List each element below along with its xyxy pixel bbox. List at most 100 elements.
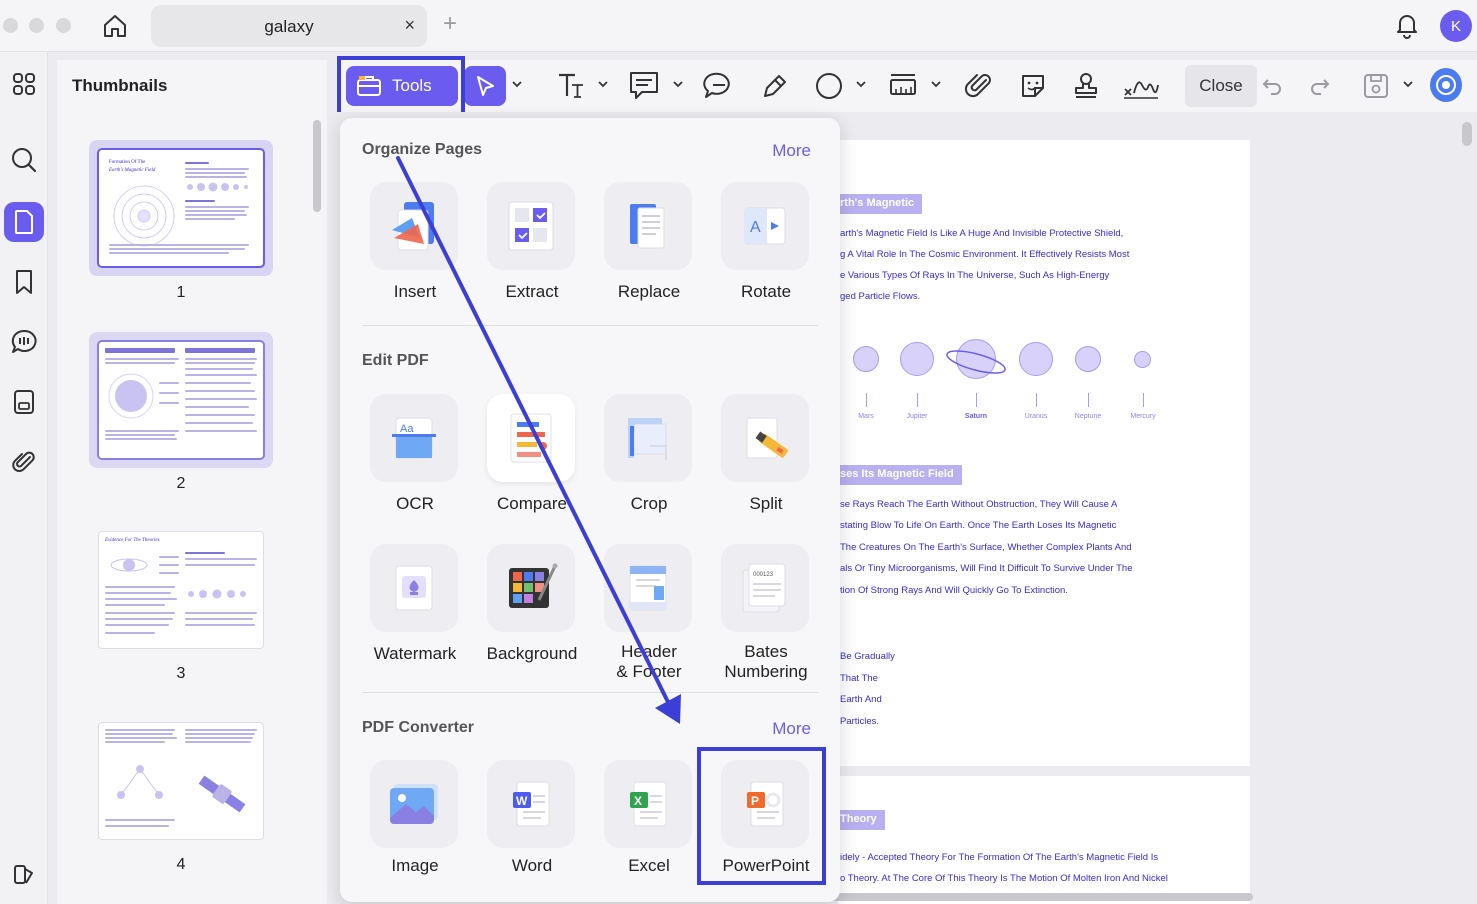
chevron-down-icon[interactable]	[597, 78, 609, 90]
rail-comments-button[interactable]	[4, 322, 44, 362]
window-zoom-control[interactable]	[56, 18, 71, 33]
thumbnail-page-1[interactable]: Formation Of The Earth's Magnetic Field	[89, 140, 273, 276]
rail-layers-button[interactable]	[4, 854, 44, 894]
bates-numbering-icon: 000123	[721, 544, 809, 632]
signature-tool-button[interactable]	[1122, 70, 1160, 102]
planet-label: Uranus	[1024, 413, 1048, 420]
crop-icon	[604, 394, 692, 482]
rail-bookmarks-button[interactable]	[4, 262, 44, 302]
powerpoint-highlight-box	[697, 747, 826, 885]
shape-tool-button[interactable]	[814, 70, 844, 102]
bates-numbering-label-line1: Bates	[744, 642, 788, 661]
document-icon	[14, 390, 34, 414]
tab-close-button[interactable]: ×	[404, 15, 415, 36]
planet-marker	[976, 393, 977, 407]
attach-tool-button[interactable]	[964, 70, 994, 102]
watermark-label: Watermark	[373, 644, 457, 663]
thumbnail-atom-illustration	[110, 558, 148, 572]
document-tab[interactable]: galaxy ×	[151, 5, 427, 47]
comment-tool-button[interactable]	[703, 70, 735, 102]
compare-label: Compare	[497, 494, 567, 513]
pdf-converter-more-link[interactable]: More	[772, 719, 811, 739]
close-editing-button[interactable]: Close	[1185, 65, 1257, 107]
stamp-icon	[1075, 73, 1097, 98]
section-heading: Theory	[838, 810, 885, 830]
layers-icon	[14, 865, 33, 884]
pencil-icon	[764, 75, 786, 97]
note-tool-button[interactable]	[628, 70, 660, 102]
header-footer-label-line2: & Footer	[616, 662, 682, 681]
new-tab-button[interactable]: +	[443, 10, 457, 38]
measure-tool-button[interactable]	[888, 70, 918, 102]
bates-numbering-label-line2: Numbering	[724, 662, 808, 681]
thumbnail-page-2-preview	[99, 342, 263, 458]
redo-button[interactable]	[1308, 70, 1332, 102]
ruler-icon	[890, 74, 916, 95]
paragraph-line: That The	[840, 673, 878, 684]
image-icon	[370, 760, 458, 848]
grid-icon	[13, 73, 35, 95]
left-rail	[0, 52, 48, 904]
thumbnail-planets	[187, 182, 248, 192]
replace-icon	[604, 182, 692, 270]
compare-icon	[487, 394, 575, 482]
paragraph-line: als Or Tiny Microorganisms, Will Find It…	[840, 563, 1133, 574]
thumbnail-page-4[interactable]	[89, 715, 273, 851]
text-tool-button[interactable]	[556, 70, 586, 102]
paragraph-line: idely - Accepted Theory For The Formatio…	[840, 852, 1159, 863]
planet-label: Neptune	[1074, 413, 1102, 420]
ai-assistant-button[interactable]	[1430, 68, 1462, 102]
circle-shape-icon	[816, 73, 842, 99]
excel-label: Excel	[628, 856, 670, 875]
rail-attachments-button[interactable]	[4, 442, 44, 482]
document-horizontal-scrollbar[interactable]	[830, 893, 1253, 901]
window-close-control[interactable]	[3, 18, 18, 33]
chevron-down-icon[interactable]	[930, 78, 942, 90]
undo-icon	[1262, 79, 1281, 95]
organize-pages-more-link[interactable]: More	[772, 141, 811, 161]
section-divider	[362, 692, 818, 693]
undo-button[interactable]	[1260, 70, 1284, 102]
thumbnail-page-2[interactable]	[89, 332, 273, 468]
rail-attachments-page-button[interactable]	[4, 382, 44, 422]
thumbnail-page-3-preview: Evidence For The Theories	[99, 532, 263, 648]
rail-thumbnails-button[interactable]	[4, 202, 44, 242]
planet-label: Saturn	[964, 413, 988, 420]
rail-apps-button[interactable]	[4, 64, 44, 104]
bookmark-icon	[16, 270, 32, 294]
user-avatar[interactable]: K	[1440, 10, 1472, 42]
select-tool-button[interactable]	[464, 66, 506, 106]
planet-jupiter	[900, 342, 934, 376]
chevron-down-icon[interactable]	[672, 78, 684, 90]
notifications-button[interactable]	[1393, 11, 1421, 44]
thumbnails-panel: Thumbnails Formation Of The Earth's Magn…	[57, 60, 327, 904]
save-button[interactable]	[1362, 70, 1390, 102]
rail-search-button[interactable]	[4, 140, 44, 180]
stamp-tool-button[interactable]	[1071, 70, 1101, 102]
thumbnail-page-1-subtitle: Earth's Magnetic Field	[109, 168, 156, 173]
header-footer-label-line1: Header	[621, 642, 677, 661]
edit-pdf-title: Edit PDF	[362, 352, 429, 369]
word-label: Word	[511, 856, 553, 875]
sticker-icon	[1022, 75, 1044, 97]
comment-icon	[11, 329, 37, 353]
sticker-tool-button[interactable]	[1018, 70, 1048, 102]
paragraph-line: g A Vital Role In The Cosmic Environment…	[840, 249, 1130, 260]
pencil-tool-button[interactable]	[760, 70, 790, 102]
svg-text:Aa: Aa	[400, 423, 414, 435]
tab-title: galaxy	[264, 17, 314, 36]
save-icon	[1364, 74, 1388, 98]
document-vertical-scrollbar[interactable]	[1462, 122, 1472, 146]
paragraph-line: stating Blow To Life On Earth. Once The …	[840, 520, 1117, 531]
cursor-arrow-icon	[477, 76, 494, 96]
thumbnails-scrollbar[interactable]	[313, 120, 321, 212]
chevron-down-icon[interactable]	[1402, 78, 1414, 90]
ocr-label: OCR	[396, 494, 434, 513]
thumbnail-page-3[interactable]: Evidence For The Theories	[89, 524, 273, 660]
redo-icon	[1311, 79, 1330, 95]
window-minimize-control[interactable]	[29, 18, 44, 33]
paperclip-icon	[964, 74, 991, 98]
home-button[interactable]	[100, 11, 130, 41]
chevron-down-icon[interactable]	[511, 78, 523, 90]
chevron-down-icon[interactable]	[855, 78, 867, 90]
